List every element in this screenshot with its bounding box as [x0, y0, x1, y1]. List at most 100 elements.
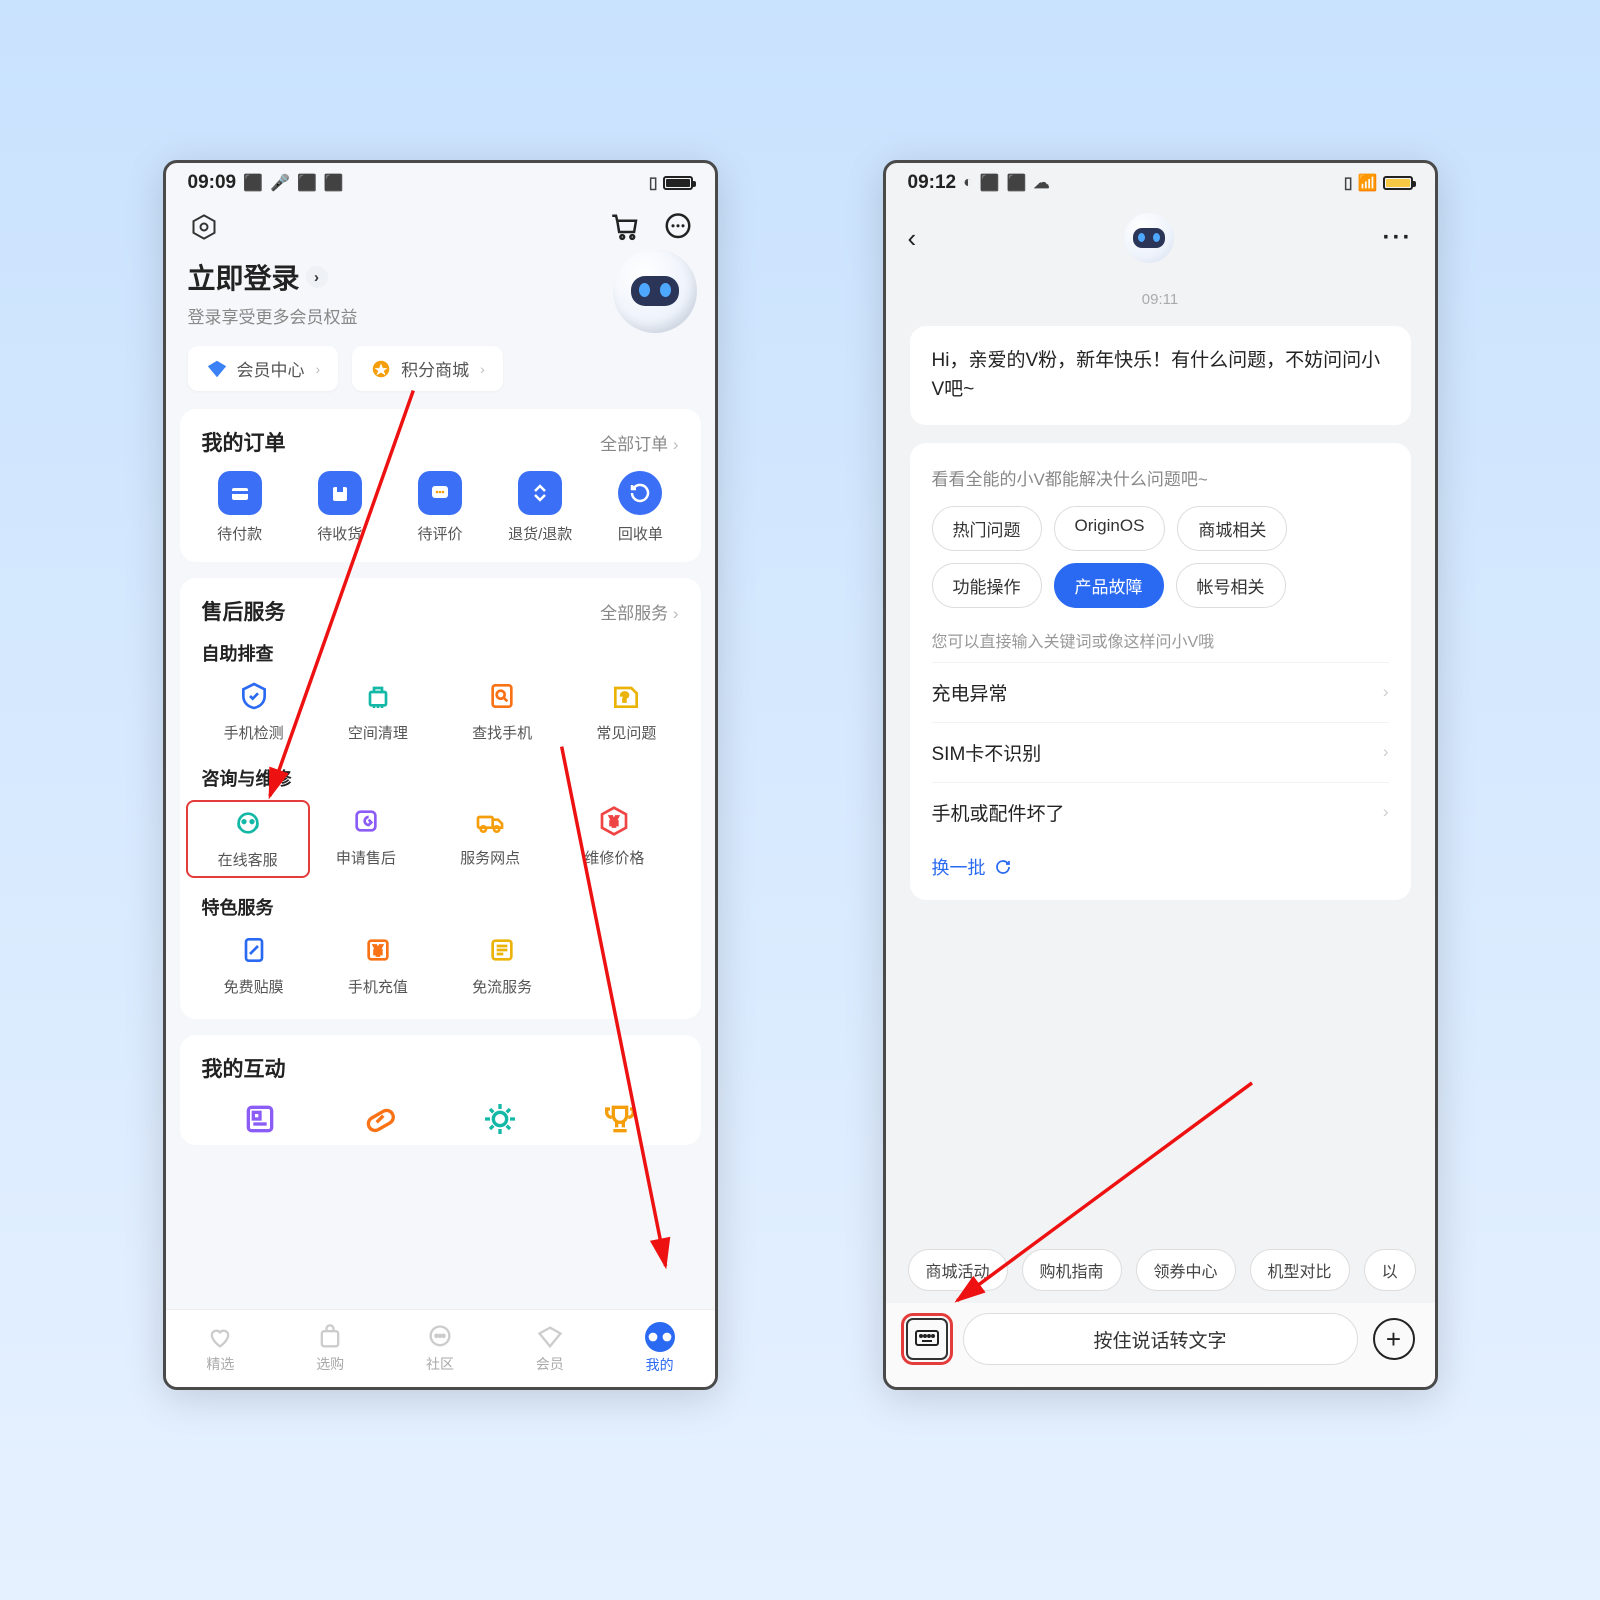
pill-function[interactable]: 功能操作	[932, 563, 1042, 608]
header	[166, 203, 715, 253]
tab-community[interactable]: 社区	[385, 1310, 495, 1387]
input-bar: 按住说话转文字 +	[886, 1303, 1435, 1387]
orders-title: 我的订单	[202, 427, 286, 457]
phone-right: 09:12 ◐ ⬛ ⬛ ☁ ▯ 📶 ‹ ··· 09:11 Hi，亲爱的V粉，新…	[883, 160, 1438, 1390]
message-icon[interactable]	[663, 212, 693, 242]
bot-avatar[interactable]	[613, 249, 697, 333]
badge-icon: ⬛	[324, 173, 344, 193]
wifi-icon: 📶	[1358, 173, 1378, 193]
all-orders-link[interactable]: 全部订单	[600, 430, 678, 455]
cart-icon[interactable]	[611, 212, 641, 242]
order-recycle[interactable]: 回收单	[593, 471, 688, 544]
card-top-text: 看看全能的小V都能解决什么问题吧~	[932, 465, 1389, 490]
status-time: 09:12	[908, 172, 957, 194]
refresh-link[interactable]: 换一批	[932, 854, 1389, 880]
tab-mine[interactable]: 我的	[605, 1310, 715, 1387]
pill-product-fault[interactable]: 产品故障	[1054, 563, 1164, 608]
chip-compare[interactable]: 机型对比	[1250, 1249, 1350, 1291]
find-phone[interactable]: 查找手机	[440, 678, 564, 743]
faq-row[interactable]: 充电异常›	[932, 662, 1389, 722]
pill-mall[interactable]: 商城相关	[1177, 506, 1287, 551]
login-block: 立即登录 › 登录享受更多会员权益	[166, 253, 715, 346]
pill-icon[interactable]	[360, 1099, 400, 1139]
apply-aftersale[interactable]: 申请售后	[304, 803, 428, 872]
faq[interactable]: ?常见问题	[564, 678, 688, 743]
tab-featured[interactable]: 精选	[166, 1310, 276, 1387]
status-icon: ⬛	[243, 173, 263, 193]
battery-icon	[663, 176, 693, 190]
svg-text:?: ?	[621, 689, 629, 704]
bot-avatar-small	[1124, 213, 1174, 263]
pill-hot[interactable]: 热门问题	[932, 506, 1042, 551]
bottom-tabbar: 精选 选购 社区 会员 我的	[166, 1309, 715, 1387]
free-data[interactable]: 免流服务	[440, 932, 564, 997]
space-clean[interactable]: 空间清理	[316, 678, 440, 743]
plus-icon[interactable]: +	[1373, 1318, 1415, 1360]
pill-account[interactable]: 帐号相关	[1176, 563, 1286, 608]
faq-row[interactable]: 手机或配件坏了›	[932, 782, 1389, 842]
trophy-icon[interactable]	[600, 1099, 640, 1139]
badge-icon: ⬛	[297, 173, 317, 193]
phone-recharge[interactable]: ¥手机充值	[316, 932, 440, 997]
battery-icon	[1383, 176, 1413, 190]
login-title[interactable]: 立即登录	[188, 257, 300, 297]
settings-hex-icon[interactable]	[188, 211, 220, 243]
chip-buy-guide[interactable]: 购机指南	[1022, 1249, 1122, 1291]
order-pending-review[interactable]: 待评价	[392, 471, 487, 544]
status-icon: ◐	[963, 174, 973, 192]
phone-check[interactable]: 手机检测	[192, 678, 316, 743]
tab-shop[interactable]: 选购	[275, 1310, 385, 1387]
chevron-right-icon[interactable]: ›	[306, 266, 328, 288]
sim-icon: ▯	[649, 173, 658, 193]
order-pending-receive[interactable]: 待收货	[292, 471, 387, 544]
chat-header: ‹ ···	[886, 203, 1435, 273]
status-icon: ⬛	[1007, 173, 1027, 193]
cloud-icon: ☁	[1034, 173, 1050, 193]
suggestion-card: 看看全能的小V都能解决什么问题吧~ 热门问题 OriginOS 商城相关 功能操…	[910, 443, 1411, 900]
chip-coupon[interactable]: 领券中心	[1136, 1249, 1236, 1291]
tab-member[interactable]: 会员	[495, 1310, 605, 1387]
self-check-title: 自助排查	[190, 640, 691, 678]
service-title: 售后服务	[202, 596, 286, 626]
faq-row[interactable]: SIM卡不识别›	[932, 722, 1389, 782]
service-center[interactable]: 服务网点	[428, 803, 552, 872]
interact-title: 我的互动	[202, 1053, 286, 1083]
keyboard-toggle-icon[interactable]	[906, 1318, 948, 1360]
special-service-title: 特色服务	[190, 894, 691, 932]
quick-reply-chips: 商城活动 购机指南 领券中心 机型对比 以	[886, 1249, 1435, 1303]
pill-originos[interactable]: OriginOS	[1054, 506, 1166, 551]
mic-icon: 🎤	[270, 173, 290, 193]
more-icon[interactable]: ···	[1383, 224, 1413, 252]
chat-timestamp: 09:11	[886, 291, 1435, 308]
order-pending-pay[interactable]: 待付款	[192, 471, 287, 544]
category-pills: 热门问题 OriginOS 商城相关 功能操作 产品故障 帐号相关	[932, 506, 1389, 608]
chip-mall-activity[interactable]: 商城活动	[908, 1249, 1008, 1291]
quick-chips: 会员中心› 积分商城›	[166, 346, 715, 409]
order-refund[interactable]: 退货/退款	[493, 471, 588, 544]
status-bar: 09:09 ⬛ 🎤 ⬛ ⬛ ▯	[166, 163, 715, 203]
free-film[interactable]: 免费贴膜	[192, 932, 316, 997]
status-time: 09:09	[188, 172, 237, 194]
consult-repair-title: 咨询与维修	[190, 765, 691, 803]
back-icon[interactable]: ‹	[908, 223, 917, 254]
svg-text:¥: ¥	[374, 943, 383, 959]
online-support[interactable]: 在线客服	[186, 800, 310, 878]
status-icon: ⬛	[980, 173, 1000, 193]
post-icon[interactable]	[240, 1099, 280, 1139]
card-sub-text: 您可以直接输入关键词或像这样问小V哦	[932, 628, 1389, 652]
chip-more[interactable]: 以	[1364, 1249, 1416, 1291]
phone-left: 09:09 ⬛ 🎤 ⬛ ⬛ ▯ 立即登录 › 登录享受更多会员权益	[163, 160, 718, 1390]
service-section: 售后服务 全部服务 自助排查 手机检测 空间清理 查找手机 ?常见问题 咨询与维…	[180, 578, 701, 1019]
svg-text:¥: ¥	[610, 814, 619, 830]
sim-icon: ▯	[1344, 173, 1353, 193]
status-bar: 09:12 ◐ ⬛ ⬛ ☁ ▯ 📶	[886, 163, 1435, 203]
all-service-link[interactable]: 全部服务	[600, 599, 678, 624]
member-center-chip[interactable]: 会员中心›	[188, 346, 339, 391]
gear-icon[interactable]	[480, 1099, 520, 1139]
orders-section: 我的订单 全部订单 待付款 待收货 待评价 退货/退款 回收单	[180, 409, 701, 562]
greeting-message: Hi，亲爱的V粉，新年快乐！有什么问题，不妨问问小V吧~	[910, 326, 1411, 425]
voice-input-button[interactable]: 按住说话转文字	[963, 1313, 1358, 1365]
points-mall-chip[interactable]: 积分商城›	[352, 346, 503, 391]
interact-section: 我的互动	[180, 1035, 701, 1145]
repair-price[interactable]: ¥维修价格	[552, 803, 676, 872]
